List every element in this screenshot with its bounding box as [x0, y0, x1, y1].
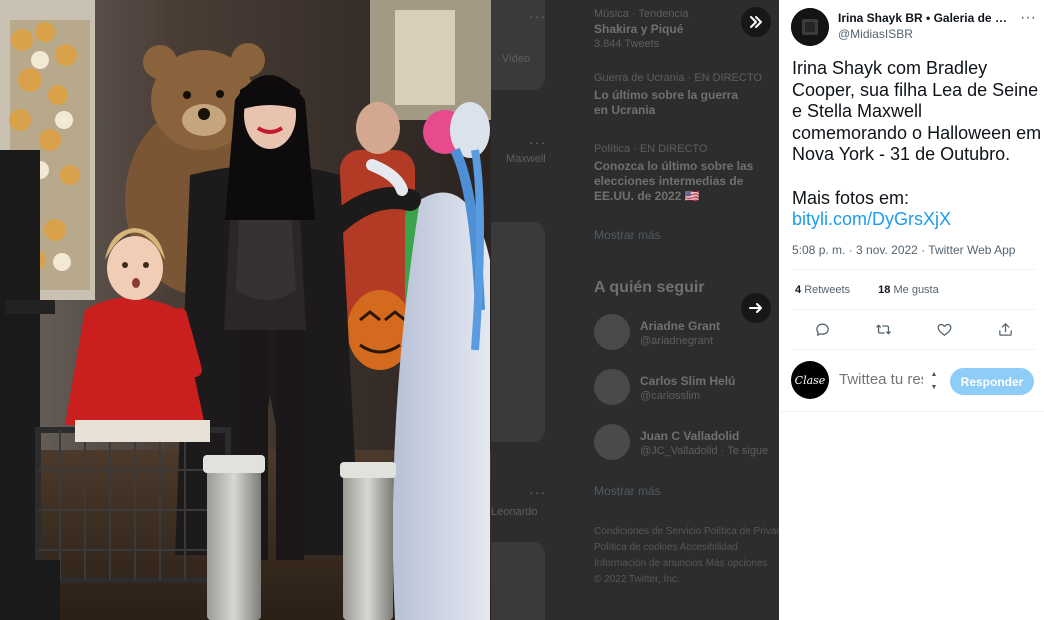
tweet-timestamp[interactable]: 5:08 p. m. · 3 nov. 2022 · Twitter Web A…	[792, 243, 1015, 257]
trend-category: Guerra de Ucrania · EN DIRECTO	[594, 72, 762, 84]
author-handle[interactable]: @MidiasISBR	[838, 27, 913, 41]
photo-image	[0, 0, 491, 620]
author-avatar[interactable]	[791, 8, 829, 46]
share-icon[interactable]	[994, 318, 1016, 340]
more-icon[interactable]: ···	[1018, 8, 1038, 28]
footer-links: Política de cookies Accesibilidad	[594, 542, 738, 553]
show-more-follow-link: Mostrar más	[594, 484, 661, 498]
bg-more-icon: ···	[529, 484, 546, 500]
bg-more-icon: ···	[529, 8, 546, 24]
arrow-right-icon[interactable]	[741, 293, 771, 323]
follow-name: Carlos Slim Helú	[640, 374, 736, 388]
footer-links: Información de anuncios Más opciones	[594, 558, 768, 569]
tweet-text-line: Mais fotos em:	[792, 187, 910, 208]
author-name[interactable]: Irina Shayk BR • Galeria de Fotos	[838, 11, 1010, 25]
background-media-card	[491, 222, 545, 442]
divider	[792, 309, 1036, 310]
double-chevron-right-icon[interactable]	[741, 7, 771, 37]
trend-count: 3.844 Tweets	[594, 38, 660, 50]
tweet-stats: 4 Retweets 18 Me gusta	[795, 284, 939, 296]
follow-name: Ariadne Grant	[640, 319, 721, 333]
follow-avatar	[594, 314, 630, 350]
tweet-photo[interactable]	[0, 0, 491, 620]
trend-category: Música · Tendencia	[594, 8, 689, 20]
background-timeline-overlay: Video ··· ··· Maxwell ··· Leonardo Músic…	[491, 0, 779, 620]
trend-title: Conozca lo último sobre las elecciones i…	[594, 159, 754, 203]
tweet-text: Irina Shayk com Bradley Cooper, sua filh…	[792, 58, 1042, 231]
likes-stat[interactable]: 18 Me gusta	[878, 284, 939, 296]
tweet-text-gap	[792, 166, 1042, 188]
reply-button[interactable]: Responder	[950, 368, 1034, 395]
follow-name: Juan C Valladolid	[640, 429, 740, 443]
footer-copyright: © 2022 Twitter, Inc.	[594, 574, 680, 585]
trend-title: Lo último sobre la guerra en Ucrania	[594, 88, 739, 117]
trend-category: Política · EN DIRECTO	[594, 143, 708, 155]
likes-label: Me gusta	[893, 284, 939, 296]
follow-avatar	[594, 424, 630, 460]
media-viewer: Video ··· ··· Maxwell ··· Leonardo Músic…	[0, 0, 1044, 620]
reply-avatar[interactable]: Clase	[791, 361, 829, 399]
retweets-count: 4	[795, 284, 802, 296]
retweets-stat[interactable]: 4 Retweets	[795, 284, 850, 296]
reply-input[interactable]	[839, 371, 923, 388]
likes-count: 18	[878, 284, 891, 296]
divider	[792, 349, 1036, 350]
follow-handle: @JC_Valladolid · Te sigue	[640, 445, 769, 457]
follow-handle: @ariadnegrant	[640, 335, 713, 347]
background-media-card	[491, 542, 545, 620]
divider	[792, 269, 1036, 270]
tweet-detail-panel: Irina Shayk BR • Galeria de Fotos @Midia…	[779, 0, 1044, 620]
reply-icon[interactable]	[811, 318, 833, 340]
trend-title: Shakira y Piqué	[594, 22, 684, 36]
bg-side-label-3: Leonardo	[491, 506, 538, 518]
tweet-text-line: Irina Shayk com Bradley Cooper, sua filh…	[792, 58, 1042, 165]
reply-scrollbar[interactable]: ▲ ▼	[929, 371, 939, 391]
bg-more-icon: ···	[529, 134, 546, 150]
heart-icon[interactable]	[933, 318, 955, 340]
divider	[779, 411, 1044, 412]
footer-links: Condiciones de Servicio Política de Priv…	[594, 526, 779, 537]
who-to-follow-heading: A quién seguir	[594, 279, 705, 296]
show-more-trends-link: Mostrar más	[594, 228, 661, 242]
tweet-link[interactable]: bityli.com/DyGrsXjX	[792, 209, 951, 229]
bg-side-label-1: Video	[502, 53, 530, 65]
retweet-icon[interactable]	[872, 318, 894, 340]
follow-avatar	[594, 369, 630, 405]
bg-side-label-2: Maxwell	[506, 153, 546, 165]
retweets-label: Retweets	[804, 284, 851, 296]
follow-handle: @carlosslim	[640, 390, 701, 402]
